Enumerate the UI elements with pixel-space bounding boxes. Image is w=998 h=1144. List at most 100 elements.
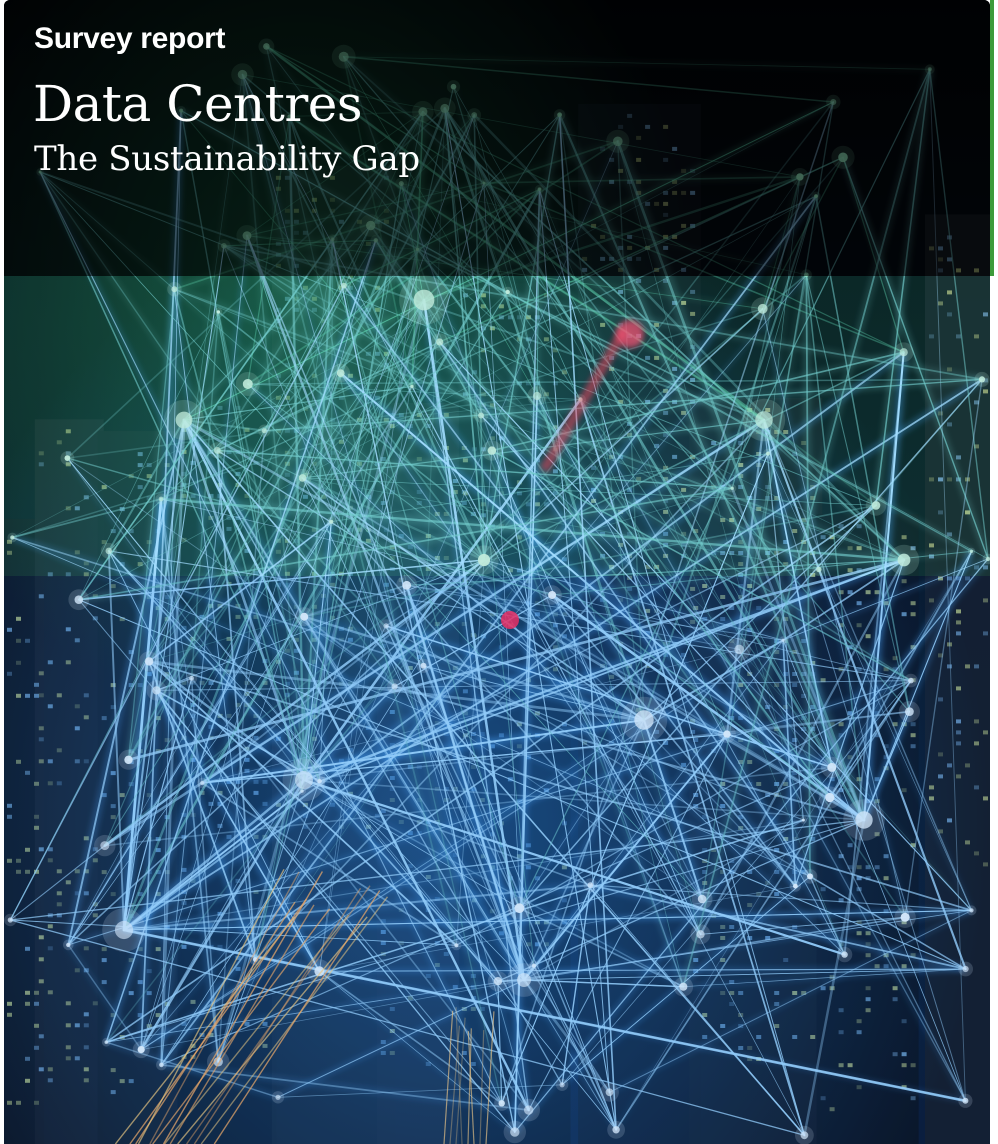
network-node	[697, 894, 707, 904]
network-node	[413, 289, 435, 311]
network-node	[415, 247, 420, 251]
network-node	[213, 447, 221, 454]
network-node	[7, 917, 13, 923]
network-node	[531, 963, 537, 968]
network-node	[612, 1126, 620, 1134]
network-node	[329, 519, 334, 524]
network-node	[537, 187, 542, 192]
network-node	[969, 549, 974, 554]
cover-image: Survey report Data Centres The Sustainab…	[4, 0, 990, 1144]
network-node	[871, 501, 881, 510]
network-node	[559, 1082, 565, 1088]
network-node	[730, 486, 734, 490]
network-node	[900, 912, 910, 922]
network-node	[66, 942, 71, 948]
network-node	[487, 446, 497, 455]
network-node	[962, 1097, 969, 1104]
network-node	[897, 553, 911, 567]
network-node	[514, 903, 525, 914]
network-node	[978, 376, 986, 383]
network-node	[298, 474, 307, 482]
network-node	[505, 289, 510, 295]
network-node	[471, 112, 478, 118]
network-node	[373, 238, 378, 243]
network-node	[74, 595, 84, 604]
network-node	[317, 778, 322, 784]
network-node	[793, 883, 798, 889]
network-node	[557, 112, 562, 118]
network-node	[295, 771, 313, 789]
network-node	[816, 566, 822, 573]
cover-text: Survey report Data Centres The Sustainab…	[33, 20, 420, 180]
network-node	[605, 1088, 614, 1097]
network-node	[807, 873, 813, 880]
network-node	[242, 231, 252, 241]
network-node	[10, 535, 15, 540]
network-node	[548, 591, 557, 599]
network-node	[330, 237, 335, 242]
network-node	[175, 411, 193, 429]
network-node	[734, 644, 744, 655]
network-node	[524, 1105, 534, 1115]
network-node	[533, 391, 542, 401]
network-node	[436, 338, 444, 346]
network-node	[261, 428, 267, 434]
network-node	[402, 580, 412, 590]
network-node	[517, 973, 531, 987]
network-node	[158, 496, 164, 502]
network-node	[478, 412, 485, 419]
network-node	[450, 83, 457, 90]
network-node	[454, 943, 459, 948]
network-node	[300, 612, 309, 621]
network-node	[336, 369, 345, 377]
network-node	[200, 780, 205, 786]
report-subtitle: The Sustainability Gap	[34, 139, 420, 179]
network-node	[341, 282, 347, 289]
network-node	[300, 789, 304, 793]
network-node	[144, 657, 154, 666]
network-node	[827, 762, 837, 772]
network-node	[814, 194, 818, 199]
network-node	[969, 908, 974, 913]
network-node	[613, 136, 623, 147]
network-node	[104, 1040, 109, 1044]
network-node	[838, 152, 848, 163]
network-node	[410, 384, 414, 389]
network-node	[755, 411, 773, 429]
network-node	[841, 951, 848, 958]
network-node	[830, 99, 837, 105]
network-node	[420, 662, 427, 669]
network-node	[723, 730, 731, 738]
network-node	[796, 173, 804, 181]
network-node	[510, 1127, 520, 1137]
network-node	[757, 303, 768, 314]
network-node	[679, 982, 688, 991]
network-node	[781, 638, 785, 642]
network-node	[171, 286, 178, 293]
network-node	[383, 623, 389, 629]
network-node	[216, 310, 220, 314]
network-node	[908, 677, 914, 684]
network-node	[366, 220, 376, 231]
network-node	[124, 755, 133, 764]
network-node	[100, 841, 110, 851]
network-node	[962, 965, 969, 973]
report-cover-page: Survey report Data Centres The Sustainab…	[0, 0, 998, 1144]
network-node	[105, 547, 113, 555]
network-node	[899, 348, 908, 357]
page-margin	[990, 276, 998, 1144]
network-node	[800, 1131, 809, 1140]
network-node	[114, 920, 134, 940]
network-node	[498, 1100, 505, 1107]
network-node	[64, 455, 71, 461]
network-node	[159, 1062, 164, 1068]
network-node	[804, 272, 809, 278]
network-node	[825, 792, 835, 803]
network-node	[482, 181, 486, 185]
network-node	[242, 379, 253, 389]
network-node	[801, 818, 805, 822]
accent-edge-bar	[990, 0, 998, 276]
network-node	[696, 930, 705, 939]
network-node	[275, 1094, 281, 1100]
network-node	[398, 181, 404, 187]
